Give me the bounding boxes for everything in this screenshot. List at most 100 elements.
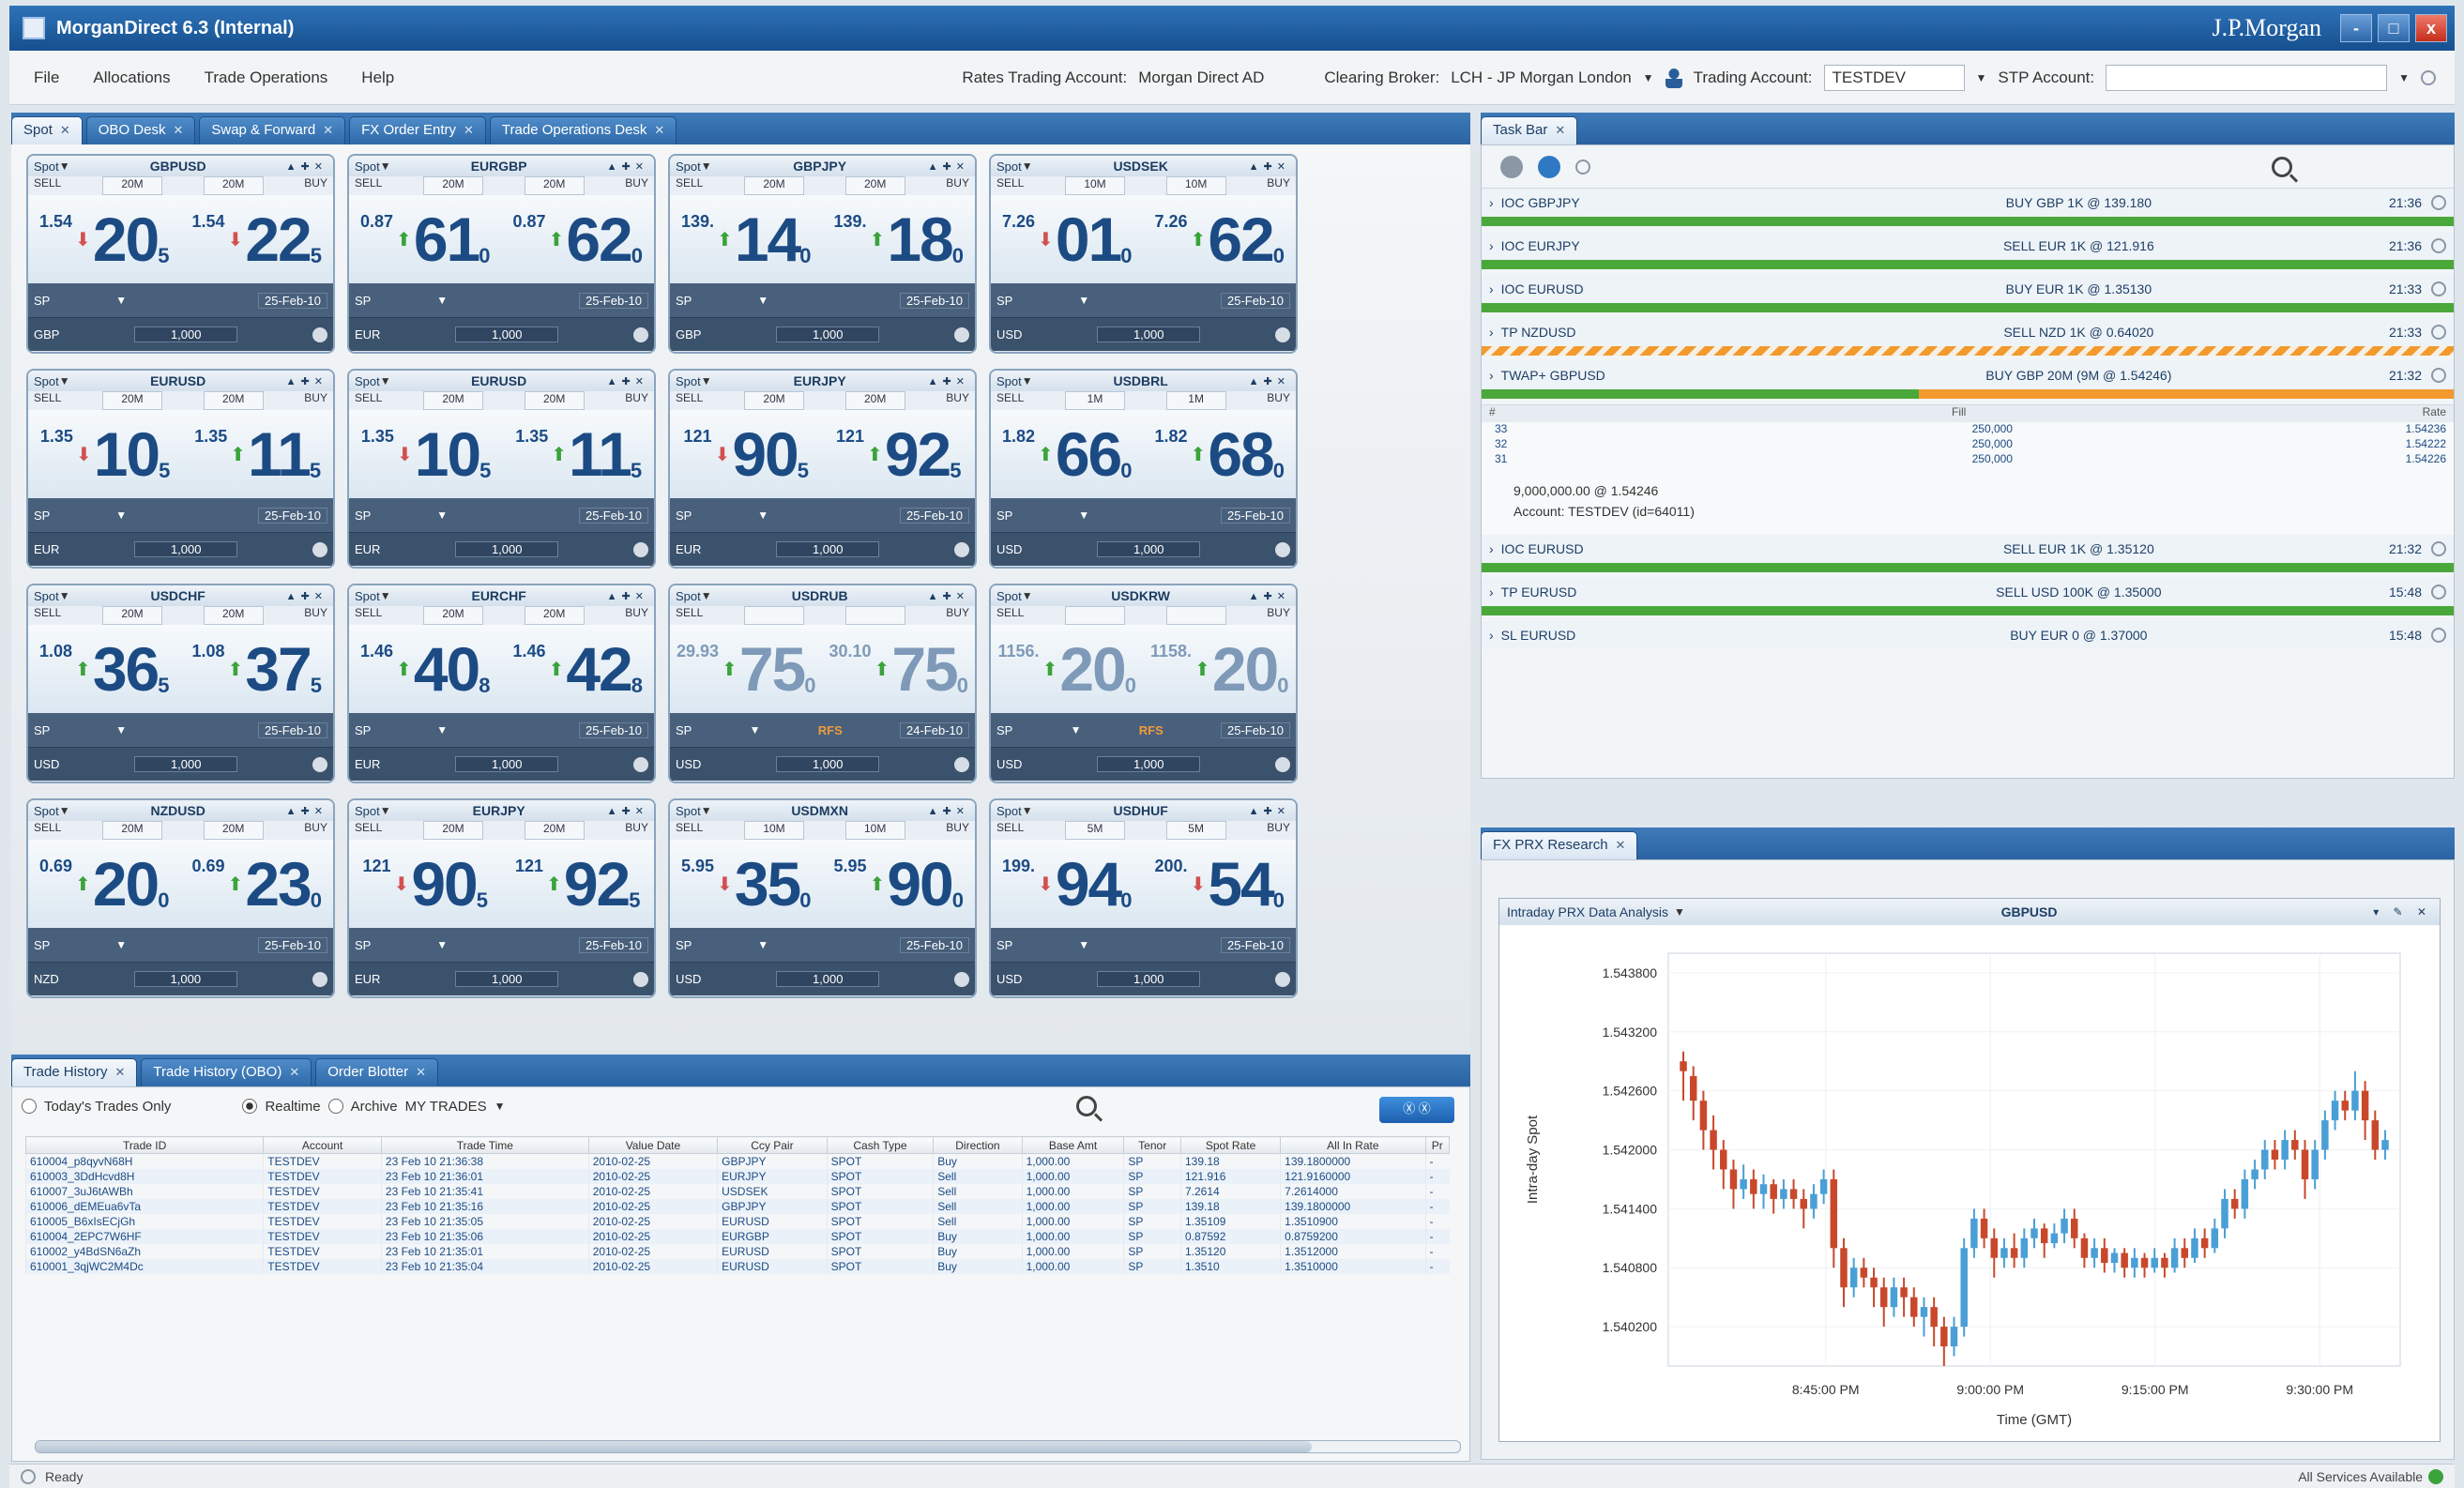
task-row[interactable]: › SL EURUSD BUY EUR 0 @ 1.37000 15:48 (1482, 621, 2454, 649)
chevron-down-icon[interactable]: ▼ (115, 294, 127, 307)
tab-trade-operations-desk[interactable]: Trade Operations Desk ✕ (489, 116, 677, 144)
dealt-currency[interactable]: EUR (355, 972, 380, 986)
chevron-down-icon[interactable]: ▼ (701, 804, 712, 817)
gear-icon[interactable] (312, 971, 327, 987)
table-row[interactable]: 610004_p8qyvN68H TESTDEV 23 Feb 10 21:36:3… (24, 1153, 1450, 1169)
dealt-currency[interactable]: GBP (676, 327, 701, 342)
chevron-down-icon[interactable]: ▼ (1078, 938, 1089, 951)
chevron-down-icon[interactable]: ▼ (1022, 159, 1033, 173)
tile-mode-select[interactable]: Spot (34, 804, 59, 818)
chevron-down-icon[interactable]: ▼ (1674, 905, 1685, 919)
column-header[interactable]: Trade Time (380, 1136, 589, 1154)
dealt-currency[interactable]: USD (676, 972, 701, 986)
trading-account-select[interactable]: TESTDEV (1823, 64, 1965, 91)
bid-price-button[interactable]: 1.54 ⬇ 20 5 (39, 208, 169, 270)
amount-input[interactable]: 1,000 (134, 756, 238, 772)
expand-icon[interactable]: › (1489, 585, 1494, 600)
value-date-select[interactable]: 25-Feb-10 (1221, 507, 1290, 524)
chevron-down-icon[interactable]: ▼ (115, 509, 127, 522)
amount-input[interactable]: 1,000 (455, 541, 559, 557)
tenor-select[interactable]: SP (34, 509, 50, 523)
table-row[interactable]: 610005_B6xIsECjGh TESTDEV 23 Feb 10 21:35:… (24, 1213, 1450, 1229)
dealt-currency[interactable]: GBP (34, 327, 59, 342)
export-button[interactable]: Ⓧ Ⓧ (1379, 1097, 1454, 1123)
close-icon[interactable]: ✕ (60, 123, 70, 137)
gear-icon[interactable] (953, 971, 969, 987)
tile-mode-select[interactable]: Spot (34, 159, 59, 174)
chevron-down-icon[interactable]: ▼ (115, 723, 127, 736)
trade-scope-select[interactable]: MY TRADES (405, 1099, 487, 1115)
tile-controls-icon[interactable]: ▲✚✕ (607, 160, 648, 173)
ask-price-button[interactable]: 200. ⬇ 54 0 (1155, 853, 1285, 915)
chevron-down-icon[interactable]: ▼ (59, 159, 70, 173)
tenor-select[interactable]: SP (996, 294, 1012, 308)
chevron-down-icon[interactable]: ▼ (436, 938, 448, 951)
bid-price-button[interactable]: 7.26 ⬇ 01 0 (1002, 208, 1132, 270)
ask-price-button[interactable]: 1.08 ⬆ 37 5 (192, 638, 322, 700)
tile-controls-icon[interactable]: ▲✚✕ (928, 160, 969, 173)
column-header[interactable]: All In Rate (1280, 1136, 1426, 1154)
chevron-down-icon[interactable]: ▼ (1022, 374, 1033, 387)
gear-icon[interactable] (632, 541, 648, 557)
amount-input[interactable]: 1,000 (776, 326, 880, 342)
bid-price-button[interactable]: 121 ⬇ 90 5 (684, 423, 809, 485)
tab-task-bar[interactable]: Task Bar ✕ (1481, 116, 1578, 144)
ask-price-button[interactable]: 1.35 ⬆ 11 5 (515, 423, 642, 485)
chevron-down-icon[interactable]: ▼ (1022, 589, 1033, 602)
tile-mode-select[interactable]: Spot (676, 159, 701, 174)
chevron-down-icon[interactable]: ▼ (59, 804, 70, 817)
ask-price-button[interactable]: 30.10 ⬆ 75 0 (829, 638, 968, 700)
ask-price-button[interactable]: 0.87 ⬆ 62 0 (513, 208, 643, 270)
search-icon[interactable] (1075, 1096, 1097, 1116)
maximize-button[interactable]: □ (2378, 14, 2410, 42)
amount-input[interactable]: 1,000 (133, 971, 237, 987)
tile-controls-icon[interactable]: ▲✚✕ (1249, 805, 1290, 817)
chevron-down-icon[interactable]: ▼ (701, 589, 712, 602)
dealt-currency[interactable]: EUR (355, 327, 380, 342)
chevron-down-icon[interactable]: ▼ (380, 374, 391, 387)
column-header[interactable]: Cash Type (826, 1136, 935, 1154)
menu-allocations[interactable]: Allocations (93, 68, 170, 87)
tile-mode-select[interactable]: Spot (34, 374, 59, 388)
column-header[interactable]: Value Date (587, 1136, 719, 1154)
menu-help[interactable]: Help (361, 68, 394, 87)
gear-icon[interactable] (1274, 756, 1290, 772)
tenor-select[interactable]: SP (355, 294, 371, 308)
tab-spot[interactable]: Spot ✕ (11, 116, 83, 144)
search-icon[interactable] (2272, 156, 2292, 177)
chevron-down-icon[interactable]: ▼ (380, 804, 391, 817)
gear-icon[interactable] (632, 756, 648, 772)
tile-mode-select[interactable]: Spot (355, 804, 380, 818)
task-row[interactable]: › IOC GBPJPY BUY GBP 1K @ 139.180 21:36 (1482, 189, 2454, 217)
play-icon[interactable] (1538, 155, 1560, 178)
chevron-down-icon[interactable]: ▼ (1976, 71, 1987, 84)
value-date-select[interactable]: 25-Feb-10 (579, 721, 648, 738)
chevron-down-icon[interactable]: ▼ (1071, 723, 1082, 736)
tenor-select[interactable]: SP (996, 509, 1012, 523)
task-row[interactable]: › TWAP+ GBPUSD BUY GBP 20M (9M @ 1.54246) 2… (1482, 361, 2454, 389)
tile-controls-icon[interactable]: ▲✚✕ (607, 805, 648, 817)
close-icon[interactable]: ✕ (654, 123, 664, 137)
amount-input[interactable]: 1,000 (455, 971, 559, 987)
table-row[interactable]: 610007_3uJ6tAWBh TESTDEV 23 Feb 10 21:35:4… (24, 1183, 1450, 1199)
tile-mode-select[interactable]: Spot (996, 159, 1022, 174)
chevron-down-icon[interactable]: ▼ (750, 723, 761, 736)
gear-icon[interactable] (312, 756, 327, 772)
gear-icon[interactable] (632, 326, 648, 342)
chevron-down-icon[interactable]: ▼ (59, 589, 70, 602)
ask-price-button[interactable]: 121 ⬆ 92 5 (836, 423, 961, 485)
dealt-currency[interactable]: EUR (676, 542, 701, 556)
column-header[interactable]: Account (263, 1136, 382, 1154)
realtime-radio[interactable] (242, 1099, 258, 1114)
close-icon[interactable]: ✕ (289, 1065, 299, 1079)
scrollbar-thumb[interactable] (36, 1441, 1312, 1452)
value-date-select[interactable]: 25-Feb-10 (258, 936, 327, 953)
column-header[interactable]: Base Amt (1021, 1136, 1125, 1154)
close-button[interactable]: x (2415, 14, 2447, 42)
tile-mode-select[interactable]: Spot (676, 804, 701, 818)
close-icon[interactable]: ✕ (416, 1065, 426, 1079)
task-row[interactable]: › TP EURUSD SELL USD 100K @ 1.35000 15:48 (1482, 578, 2454, 606)
ask-price-button[interactable]: 1.46 ⬆ 42 8 (513, 638, 643, 700)
gear-icon[interactable] (1274, 326, 1290, 342)
tile-mode-select[interactable]: Spot (996, 804, 1022, 818)
